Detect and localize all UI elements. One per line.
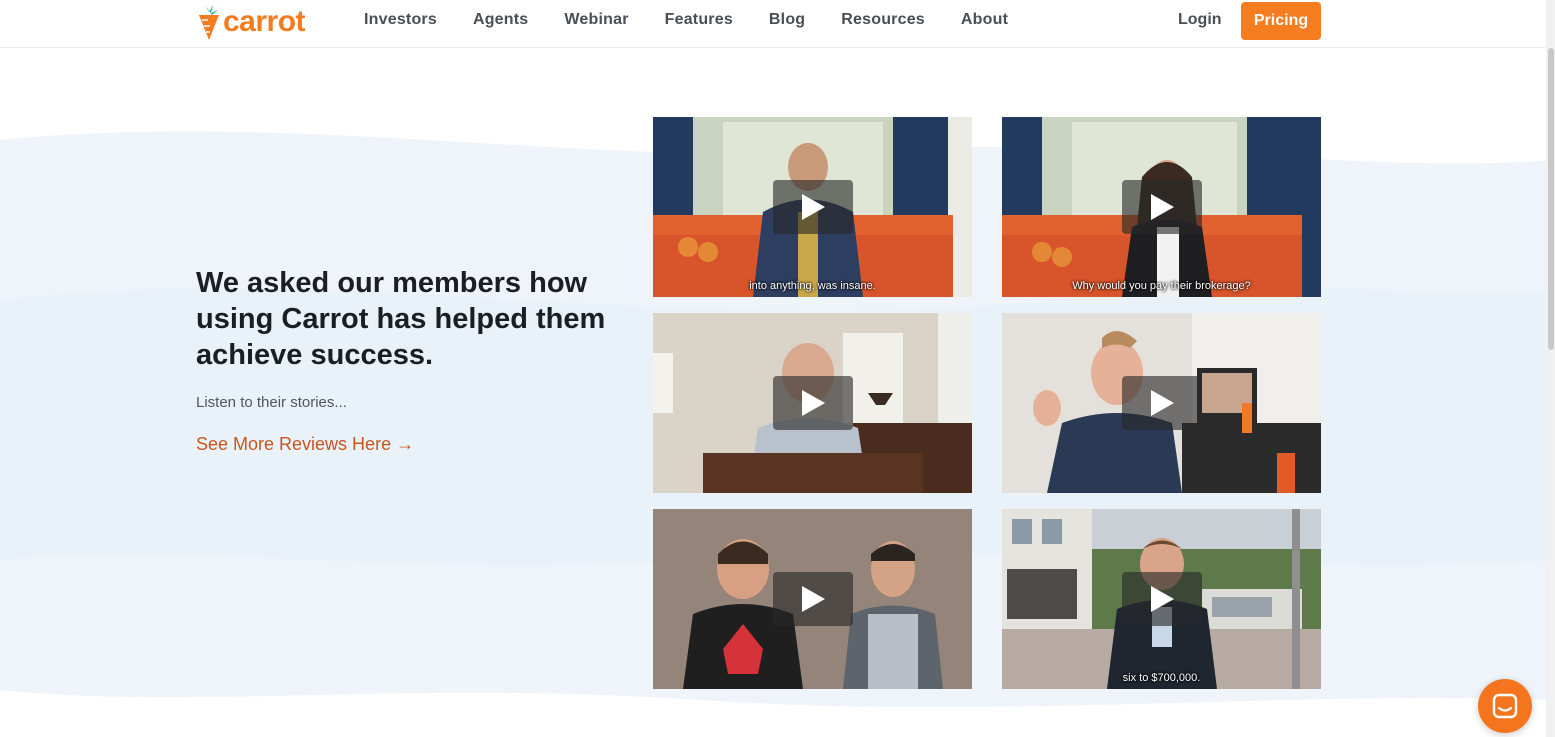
brand-name: carrot bbox=[223, 5, 306, 38]
testimonial-video-3[interactable] bbox=[653, 313, 972, 493]
section-headline: We asked our members how using Carrot ha… bbox=[196, 265, 626, 373]
brand-logo[interactable]: carrot bbox=[196, 2, 306, 42]
play-icon bbox=[1151, 586, 1174, 612]
main-nav: Investors Agents Webinar Features Blog R… bbox=[364, 11, 1044, 29]
testimonial-video-4[interactable] bbox=[1002, 313, 1321, 493]
nav-item-investors[interactable]: Investors bbox=[364, 11, 437, 29]
video-caption: six to $700,000. bbox=[1122, 672, 1201, 684]
see-more-reviews-link[interactable]: See More Reviews Here → bbox=[196, 434, 414, 455]
nav-item-resources[interactable]: Resources bbox=[841, 11, 925, 29]
testimonial-video-1[interactable]: into anything, was insane. bbox=[653, 117, 972, 297]
video-caption: Why would you pay their brokerage? bbox=[1072, 280, 1251, 292]
play-button[interactable] bbox=[1122, 180, 1202, 234]
play-icon bbox=[1151, 194, 1174, 220]
chat-icon bbox=[1492, 693, 1518, 719]
nav-item-about[interactable]: About bbox=[961, 11, 1008, 29]
scrollbar-thumb[interactable] bbox=[1548, 48, 1554, 350]
video-caption: into anything, was insane. bbox=[749, 280, 876, 292]
play-button[interactable] bbox=[773, 376, 853, 430]
play-icon bbox=[802, 390, 825, 416]
nav-item-blog[interactable]: Blog bbox=[769, 11, 805, 29]
play-icon bbox=[802, 194, 825, 220]
play-button[interactable] bbox=[773, 572, 853, 626]
section-subtext: Listen to their stories... bbox=[196, 394, 347, 411]
pricing-button[interactable]: Pricing bbox=[1241, 2, 1321, 40]
play-button[interactable] bbox=[1122, 572, 1202, 626]
nav-item-features[interactable]: Features bbox=[665, 11, 733, 29]
headline-line-1: We asked our members how bbox=[196, 267, 588, 299]
nav-item-webinar[interactable]: Webinar bbox=[564, 11, 628, 29]
carrot-logo-icon bbox=[199, 5, 219, 40]
headline-line-2: using Carrot has helped them bbox=[196, 303, 606, 335]
site-header: carrot Investors Agents Webinar Features… bbox=[0, 0, 1555, 48]
play-icon bbox=[1151, 390, 1174, 416]
play-icon bbox=[802, 586, 825, 612]
testimonial-video-5[interactable] bbox=[653, 509, 972, 689]
testimonial-video-6[interactable]: six to $700,000. bbox=[1002, 509, 1321, 689]
testimonial-video-2[interactable]: Why would you pay their brokerage? bbox=[1002, 117, 1321, 297]
nav-item-agents[interactable]: Agents bbox=[473, 11, 528, 29]
play-button[interactable] bbox=[1122, 376, 1202, 430]
login-link[interactable]: Login bbox=[1178, 11, 1222, 29]
chat-launcher-button[interactable] bbox=[1478, 679, 1532, 733]
play-button[interactable] bbox=[773, 180, 853, 234]
headline-line-3: achieve success. bbox=[196, 339, 434, 371]
